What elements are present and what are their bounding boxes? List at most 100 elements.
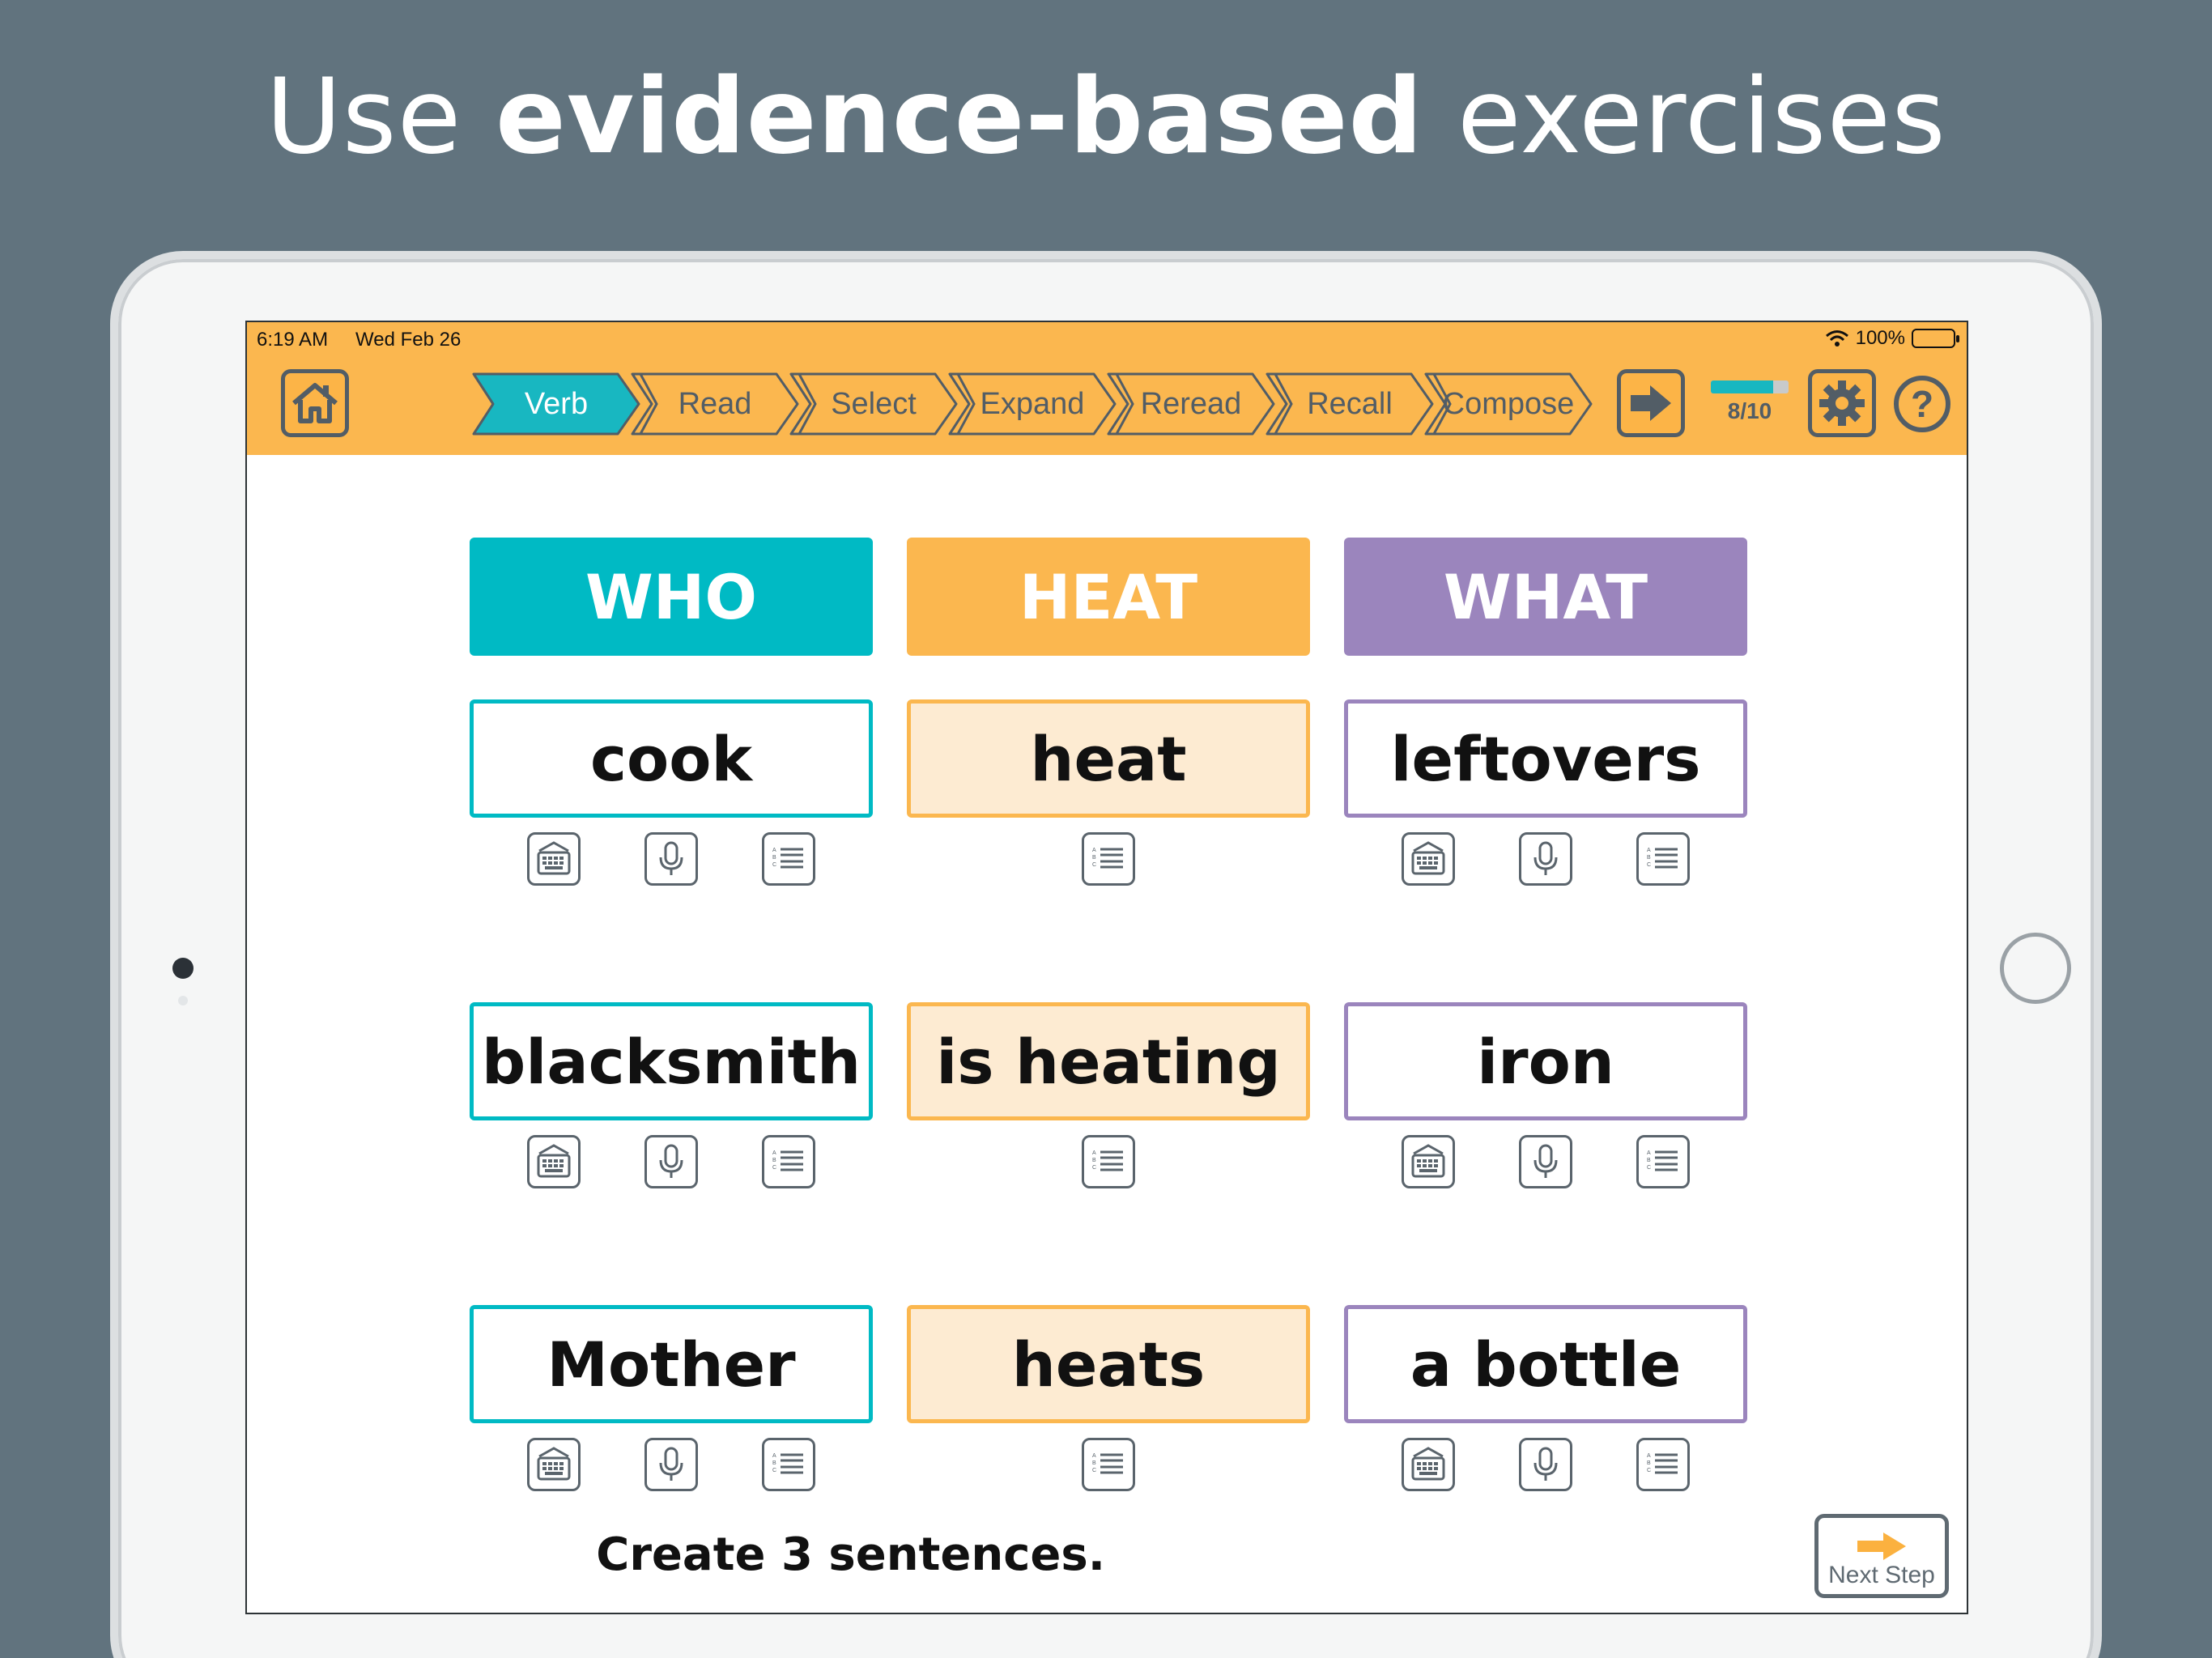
svg-text:C: C [772,1165,776,1171]
list-icon: ABC [1089,840,1128,878]
keyboard-icon [534,1142,573,1181]
step-label: Compose [1442,386,1575,421]
instruction-text: Create 3 sentences. [596,1528,1105,1581]
column-header-who: WHO [470,538,873,656]
step-tab-select[interactable]: Select [789,372,958,436]
list-icon: ABC [1644,1445,1682,1484]
list-icon: ABC [769,840,808,878]
list-button[interactable]: ABC [1636,832,1690,886]
headline-bold: evidence-based [496,57,1424,177]
column-header-what: WHAT [1344,538,1747,656]
list-icon: ABC [1644,840,1682,878]
next-step-label: Next Step [1828,1562,1935,1588]
svg-text:C: C [1647,1468,1651,1473]
list-button[interactable]: ABC [1082,1438,1135,1491]
keyboard-button[interactable] [1402,1438,1455,1491]
step-tab-read[interactable]: Read [631,372,799,436]
list-button[interactable]: ABC [1082,832,1135,886]
step-tab-recall[interactable]: Recall [1266,372,1434,436]
svg-text:A: A [1092,1453,1096,1459]
step-label: Recall [1307,386,1393,421]
microphone-icon [1526,1142,1565,1181]
keyboard-button[interactable] [527,832,581,886]
keyboard-icon [534,1445,573,1484]
list-button[interactable]: ABC [1082,1135,1135,1188]
home-button[interactable] [281,369,349,437]
sensor [178,996,188,1005]
hardware-home-button[interactable] [2000,933,2071,1004]
microphone-button[interactable] [1519,1438,1572,1491]
top-bar: 6:19 AM Wed Feb 26 100% Verb Read Select Ex… [247,322,1967,455]
svg-text:A: A [1647,1453,1651,1459]
word-card[interactable]: heat [907,699,1310,818]
microphone-icon [1526,1445,1565,1484]
next-button[interactable] [1617,369,1685,437]
svg-text:B: B [1647,1158,1651,1163]
svg-text:B: B [772,855,776,861]
svg-text:A: A [1647,1150,1651,1156]
microphone-icon [652,1445,691,1484]
app-screen: 6:19 AM Wed Feb 26 100% Verb Read Select Ex… [245,321,1968,1614]
svg-text:B: B [1092,1158,1096,1163]
svg-text:C: C [1647,1165,1651,1171]
microphone-icon [1526,840,1565,878]
svg-text:C: C [1092,1468,1096,1473]
svg-text:B: B [772,1460,776,1466]
word-card[interactable]: a bottle [1344,1305,1747,1423]
word-card[interactable]: cook [470,699,873,818]
keyboard-icon [1409,1142,1448,1181]
list-button[interactable]: ABC [1636,1135,1690,1188]
step-tab-verb[interactable]: Verb [472,372,640,436]
home-icon [292,383,338,423]
step-tab-reread[interactable]: Reread [1107,372,1275,436]
list-button[interactable]: ABC [762,1135,815,1188]
step-tab-expand[interactable]: Expand [948,372,1117,436]
list-button[interactable]: ABC [762,832,815,886]
keyboard-icon [534,840,573,878]
svg-text:C: C [1647,862,1651,868]
battery-percent: 100% [1855,327,1905,349]
word-card[interactable]: Mother [470,1305,873,1423]
status-time: 6:19 AM [257,329,329,351]
word-card[interactable]: blacksmith [470,1002,873,1120]
svg-text:A: A [1092,848,1096,853]
step-label: Verb [524,386,589,421]
settings-button[interactable] [1808,369,1876,437]
list-button[interactable]: ABC [1636,1438,1690,1491]
keyboard-button[interactable] [527,1438,581,1491]
progress-fill [1711,380,1773,393]
status-bar: 6:19 AM Wed Feb 26 100% [247,322,1967,355]
word-card[interactable]: leftovers [1344,699,1747,818]
microphone-button[interactable] [644,1135,698,1188]
svg-text:B: B [1647,1460,1651,1466]
word-card[interactable]: iron [1344,1002,1747,1120]
keyboard-button[interactable] [527,1135,581,1188]
microphone-button[interactable] [644,832,698,886]
keyboard-button[interactable] [1402,1135,1455,1188]
step-tab-compose[interactable]: Compose [1424,372,1593,436]
list-icon: ABC [769,1142,808,1181]
list-icon: ABC [1089,1445,1128,1484]
svg-text:A: A [772,1453,776,1459]
next-step-button[interactable]: Next Step [1814,1514,1949,1598]
microphone-icon [652,1142,691,1181]
help-button[interactable]: ? [1894,376,1950,432]
progress-track [1711,380,1789,393]
svg-text:C: C [1092,1165,1096,1171]
list-button[interactable]: ABC [762,1438,815,1491]
microphone-button[interactable] [1519,1135,1572,1188]
keyboard-button[interactable] [1402,832,1455,886]
status-right: 100% [1825,327,1959,350]
microphone-button[interactable] [1519,832,1572,886]
help-label: ? [1910,383,1934,425]
word-card[interactable]: heats [907,1305,1310,1423]
svg-text:B: B [1092,855,1096,861]
svg-text:A: A [1092,1150,1096,1156]
word-card[interactable]: is heating [907,1002,1310,1120]
step-label: Expand [980,386,1085,421]
svg-text:C: C [772,862,776,868]
microphone-button[interactable] [644,1438,698,1491]
progress-indicator: 8/10 [1711,380,1789,424]
svg-text:A: A [772,848,776,853]
keyboard-icon [1409,1445,1448,1484]
